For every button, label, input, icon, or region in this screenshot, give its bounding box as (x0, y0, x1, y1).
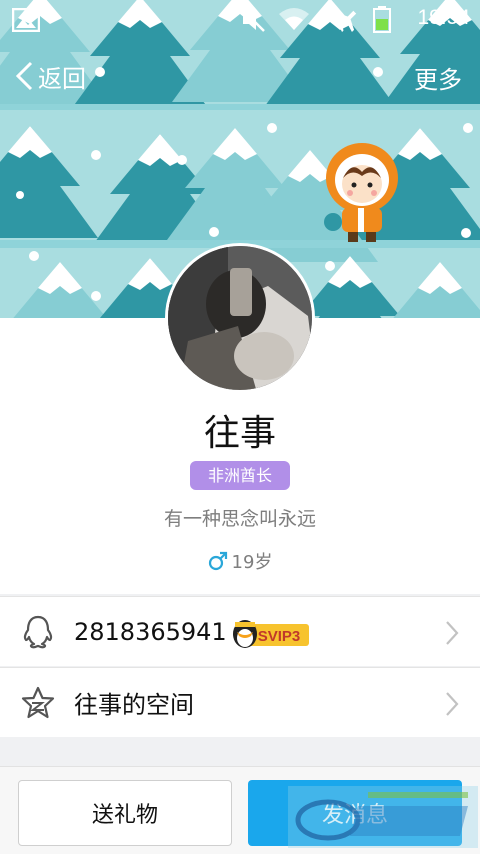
age-label: 19岁 (231, 552, 273, 573)
send-gift-button[interactable]: 送礼物 (18, 780, 232, 846)
status-bar: 19:54 (0, 0, 480, 38)
profile-name: 往事 (203, 413, 276, 454)
qq-penguin-icon (23, 615, 53, 649)
profile-signature: 有一种思念叫永远 (163, 508, 316, 530)
battery-icon (373, 6, 391, 33)
svip-badge-icon: SVIP3 (233, 620, 309, 648)
svip-label: SVIP3 (258, 628, 301, 645)
back-label: 返回 (38, 64, 86, 93)
title-badge[interactable]: 非洲酋长 (190, 461, 290, 490)
qq-number-row[interactable]: 2818365941 SVIP3 (0, 596, 480, 666)
airplane-mode-icon (334, 10, 357, 33)
qzone-label: 往事的空间 (74, 691, 194, 719)
image-notification-icon (12, 8, 40, 32)
back-button[interactable]: 返回 (14, 56, 86, 96)
qzone-row[interactable]: 往事的空间 (0, 667, 480, 737)
chevron-right-icon (446, 621, 459, 645)
more-button[interactable]: 更多 (414, 60, 462, 95)
qq-number: 2818365941 (74, 617, 227, 646)
mute-icon (241, 8, 265, 32)
gender-age: 19岁 (0, 548, 480, 574)
chevron-left-icon (15, 61, 33, 91)
clock-time: 19:54 (417, 6, 470, 29)
male-icon (208, 551, 227, 571)
navigation-bar: 返回 更多 (0, 50, 480, 100)
avatar[interactable] (165, 243, 315, 393)
avatar-photo (168, 246, 312, 390)
qzone-star-icon (21, 686, 55, 719)
site-watermark-logo (288, 786, 478, 848)
wifi-icon (279, 8, 309, 30)
chevron-right-icon (446, 692, 459, 716)
